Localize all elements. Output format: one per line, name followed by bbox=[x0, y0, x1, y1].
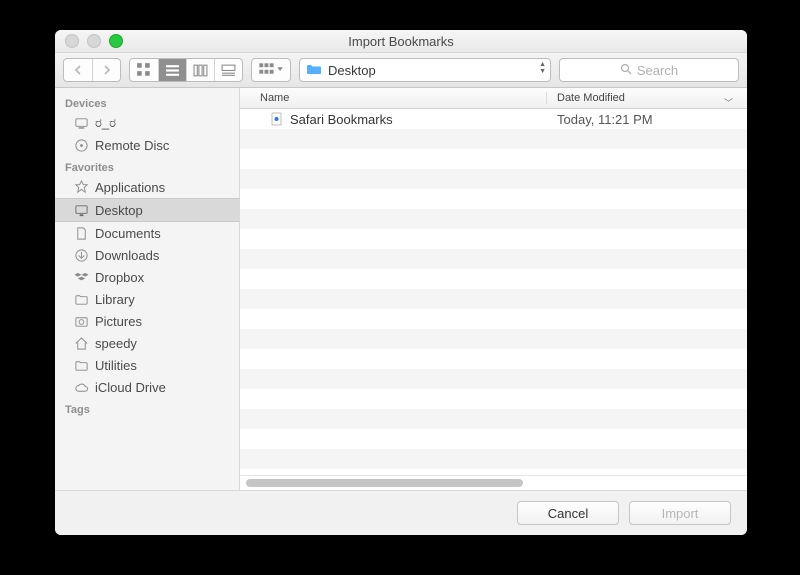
stepper-icon: ▲▼ bbox=[539, 61, 546, 75]
sidebar-item-label: speedy bbox=[95, 336, 137, 351]
sidebar-item-label: Desktop bbox=[95, 203, 143, 218]
sidebar-item-label: Utilities bbox=[95, 358, 137, 373]
view-seg bbox=[129, 58, 243, 82]
sidebar-item-label: Library bbox=[95, 292, 135, 307]
horizontal-scrollbar[interactable] bbox=[240, 475, 747, 490]
folder-icon bbox=[306, 63, 322, 78]
bookmark-file-icon bbox=[270, 112, 284, 126]
file-date: Today, 11:21 PM bbox=[547, 112, 747, 127]
view-columns-button[interactable] bbox=[186, 59, 214, 81]
computer-icon bbox=[73, 115, 89, 131]
search-placeholder: Search bbox=[637, 63, 678, 78]
column-headers[interactable]: Name Date Modified ﹀ bbox=[240, 88, 747, 109]
sidebar-item-pictures[interactable]: Pictures bbox=[55, 310, 239, 332]
window-title: Import Bookmarks bbox=[55, 34, 747, 49]
cloud-icon bbox=[73, 379, 89, 395]
cancel-button[interactable]: Cancel bbox=[517, 501, 619, 525]
rows-area[interactable]: Safari Bookmarks Today, 11:21 PM bbox=[240, 109, 747, 475]
search-icon bbox=[620, 63, 632, 78]
apps-icon bbox=[73, 179, 89, 195]
chevron-down-icon: ﹀ bbox=[724, 96, 733, 109]
home-icon bbox=[73, 335, 89, 351]
column-name[interactable]: Name bbox=[240, 92, 546, 104]
view-coverflow-button[interactable] bbox=[214, 59, 242, 81]
sidebar-head-favorites: Favorites bbox=[55, 156, 239, 176]
sidebar-item-label: Remote Disc bbox=[95, 138, 169, 153]
back-button[interactable] bbox=[64, 59, 92, 81]
folder-icon bbox=[73, 357, 89, 373]
row-stripes bbox=[240, 109, 747, 475]
body: Devices ರ_ರ Remote Disc Favorites Applic… bbox=[55, 88, 747, 490]
nav-seg bbox=[63, 58, 121, 82]
sidebar-item-home[interactable]: speedy bbox=[55, 332, 239, 354]
sidebar-item-downloads[interactable]: Downloads bbox=[55, 244, 239, 266]
sidebar-head-devices: Devices bbox=[55, 92, 239, 112]
titlebar[interactable]: Import Bookmarks bbox=[55, 30, 747, 53]
sidebar: Devices ರ_ರ Remote Disc Favorites Applic… bbox=[55, 88, 240, 490]
sidebar-item-computer[interactable]: ರ_ರ bbox=[55, 112, 239, 134]
dropbox-icon bbox=[73, 269, 89, 285]
desktop-icon bbox=[73, 202, 89, 218]
location-label: Desktop bbox=[328, 63, 376, 78]
import-button[interactable]: Import bbox=[629, 501, 731, 525]
downloads-icon bbox=[73, 247, 89, 263]
sidebar-item-applications[interactable]: Applications bbox=[55, 176, 239, 198]
sidebar-head-tags: Tags bbox=[55, 398, 239, 418]
sidebar-item-label: Documents bbox=[95, 226, 161, 241]
table-row[interactable]: Safari Bookmarks Today, 11:21 PM bbox=[240, 109, 747, 129]
view-icons-button[interactable] bbox=[130, 59, 158, 81]
view-list-button[interactable] bbox=[158, 59, 186, 81]
sidebar-item-label: Downloads bbox=[95, 248, 159, 263]
disc-icon bbox=[73, 137, 89, 153]
sidebar-item-icloud[interactable]: iCloud Drive bbox=[55, 376, 239, 398]
arrange-button[interactable] bbox=[252, 59, 290, 81]
sidebar-item-label: Pictures bbox=[95, 314, 142, 329]
search-field[interactable]: Search bbox=[559, 58, 739, 82]
file-dialog-window: Import Bookmarks bbox=[55, 30, 747, 535]
sidebar-item-documents[interactable]: Documents bbox=[55, 222, 239, 244]
column-date[interactable]: Date Modified ﹀ bbox=[546, 92, 747, 104]
scrollbar-thumb[interactable] bbox=[246, 479, 523, 487]
location-popup[interactable]: Desktop ▲▼ bbox=[299, 58, 551, 82]
sidebar-item-remote-disc[interactable]: Remote Disc bbox=[55, 134, 239, 156]
sidebar-item-library[interactable]: Library bbox=[55, 288, 239, 310]
sidebar-item-label: ರ_ರ bbox=[95, 115, 116, 131]
documents-icon bbox=[73, 225, 89, 241]
sidebar-item-label: Dropbox bbox=[95, 270, 144, 285]
sidebar-item-label: Applications bbox=[95, 180, 165, 195]
file-list: Name Date Modified ﹀ Safari Bookmarks To… bbox=[240, 88, 747, 490]
sidebar-item-utilities[interactable]: Utilities bbox=[55, 354, 239, 376]
toolbar: Desktop ▲▼ Search bbox=[55, 53, 747, 88]
arrange-seg bbox=[251, 58, 291, 82]
file-name: Safari Bookmarks bbox=[290, 112, 547, 127]
sidebar-item-desktop[interactable]: Desktop bbox=[55, 198, 239, 222]
folder-icon bbox=[73, 291, 89, 307]
pictures-icon bbox=[73, 313, 89, 329]
sidebar-item-dropbox[interactable]: Dropbox bbox=[55, 266, 239, 288]
forward-button[interactable] bbox=[92, 59, 120, 81]
footer: Cancel Import bbox=[55, 490, 747, 535]
sidebar-item-label: iCloud Drive bbox=[95, 380, 166, 395]
